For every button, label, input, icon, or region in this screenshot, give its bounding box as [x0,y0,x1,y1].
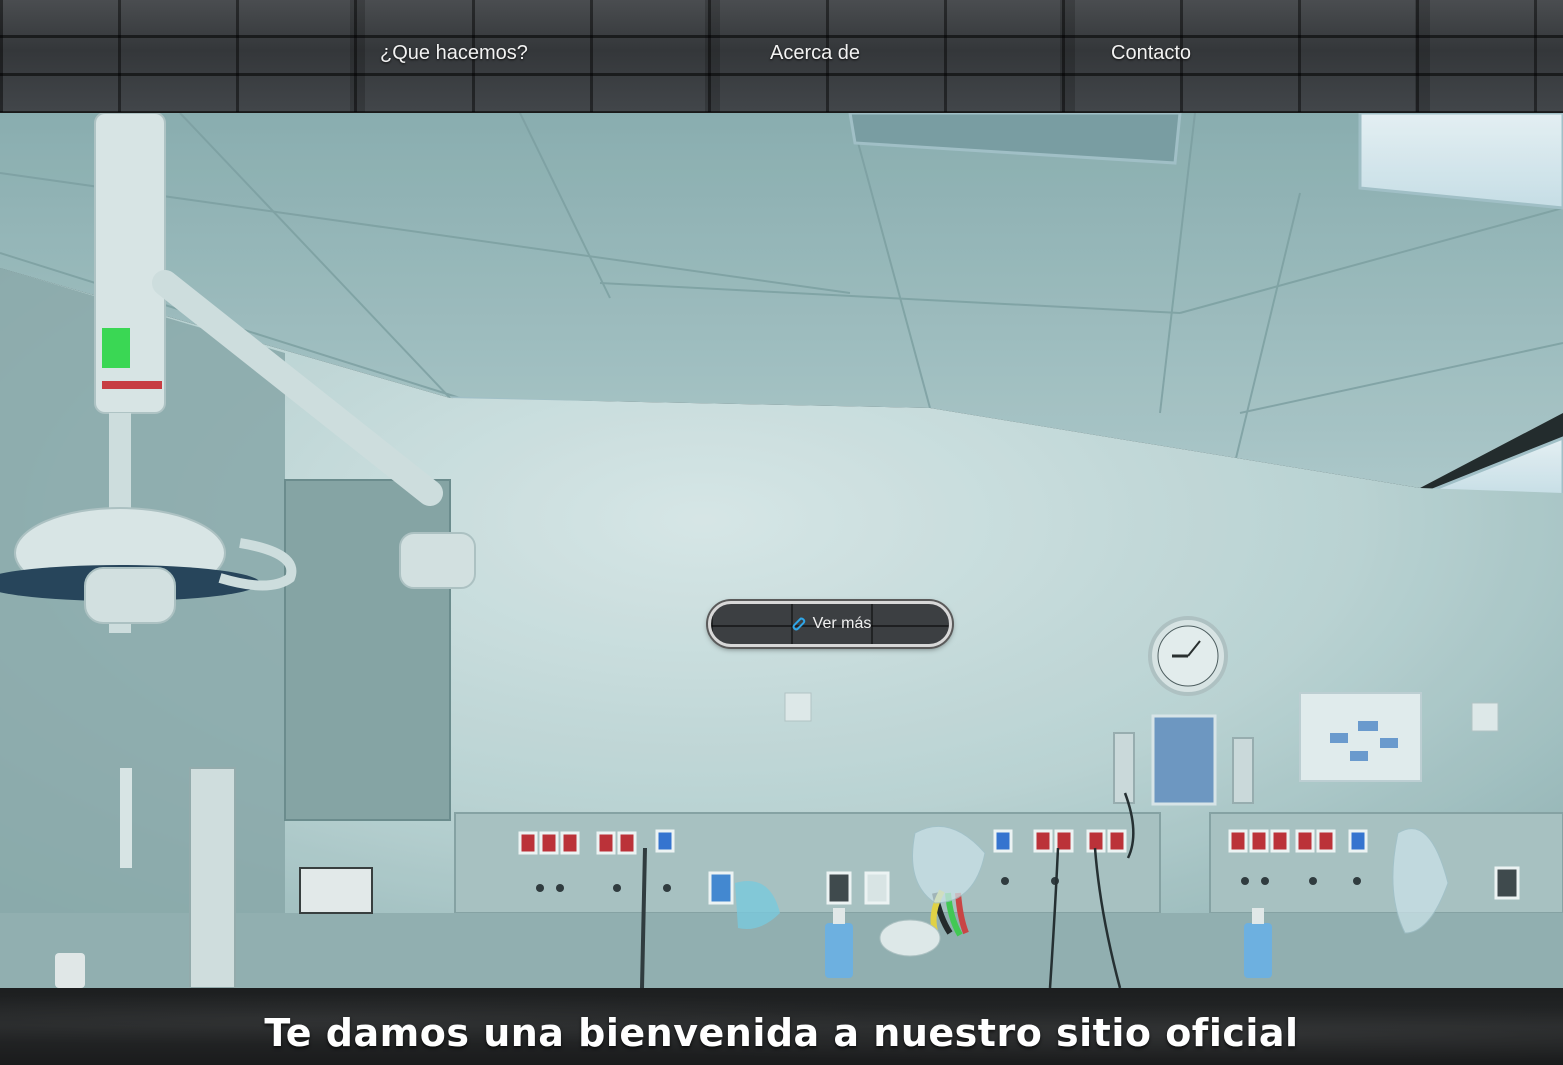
page: ¿Que hacemos? Acerca de Contacto Ver más… [0,0,1563,1065]
nav-link-contacto[interactable]: Contacto [1111,42,1191,65]
ver-mas-button[interactable]: Ver más [708,601,952,647]
paperclip-icon [792,617,805,631]
nav-link-que-hacemos[interactable]: ¿Que hacemos? [380,42,528,65]
top-nav: ¿Que hacemos? Acerca de Contacto [0,0,1563,113]
hero-banner: Ver más [0,113,1563,988]
welcome-section: Te damos una bienvenida a nuestro sitio … [0,988,1563,1065]
nav-link-acerca-de[interactable]: Acerca de [770,42,860,65]
welcome-title: Te damos una bienvenida a nuestro sitio … [264,1011,1299,1055]
hero-image-hospital-room [0,113,1563,988]
ver-mas-label: Ver más [812,615,872,632]
